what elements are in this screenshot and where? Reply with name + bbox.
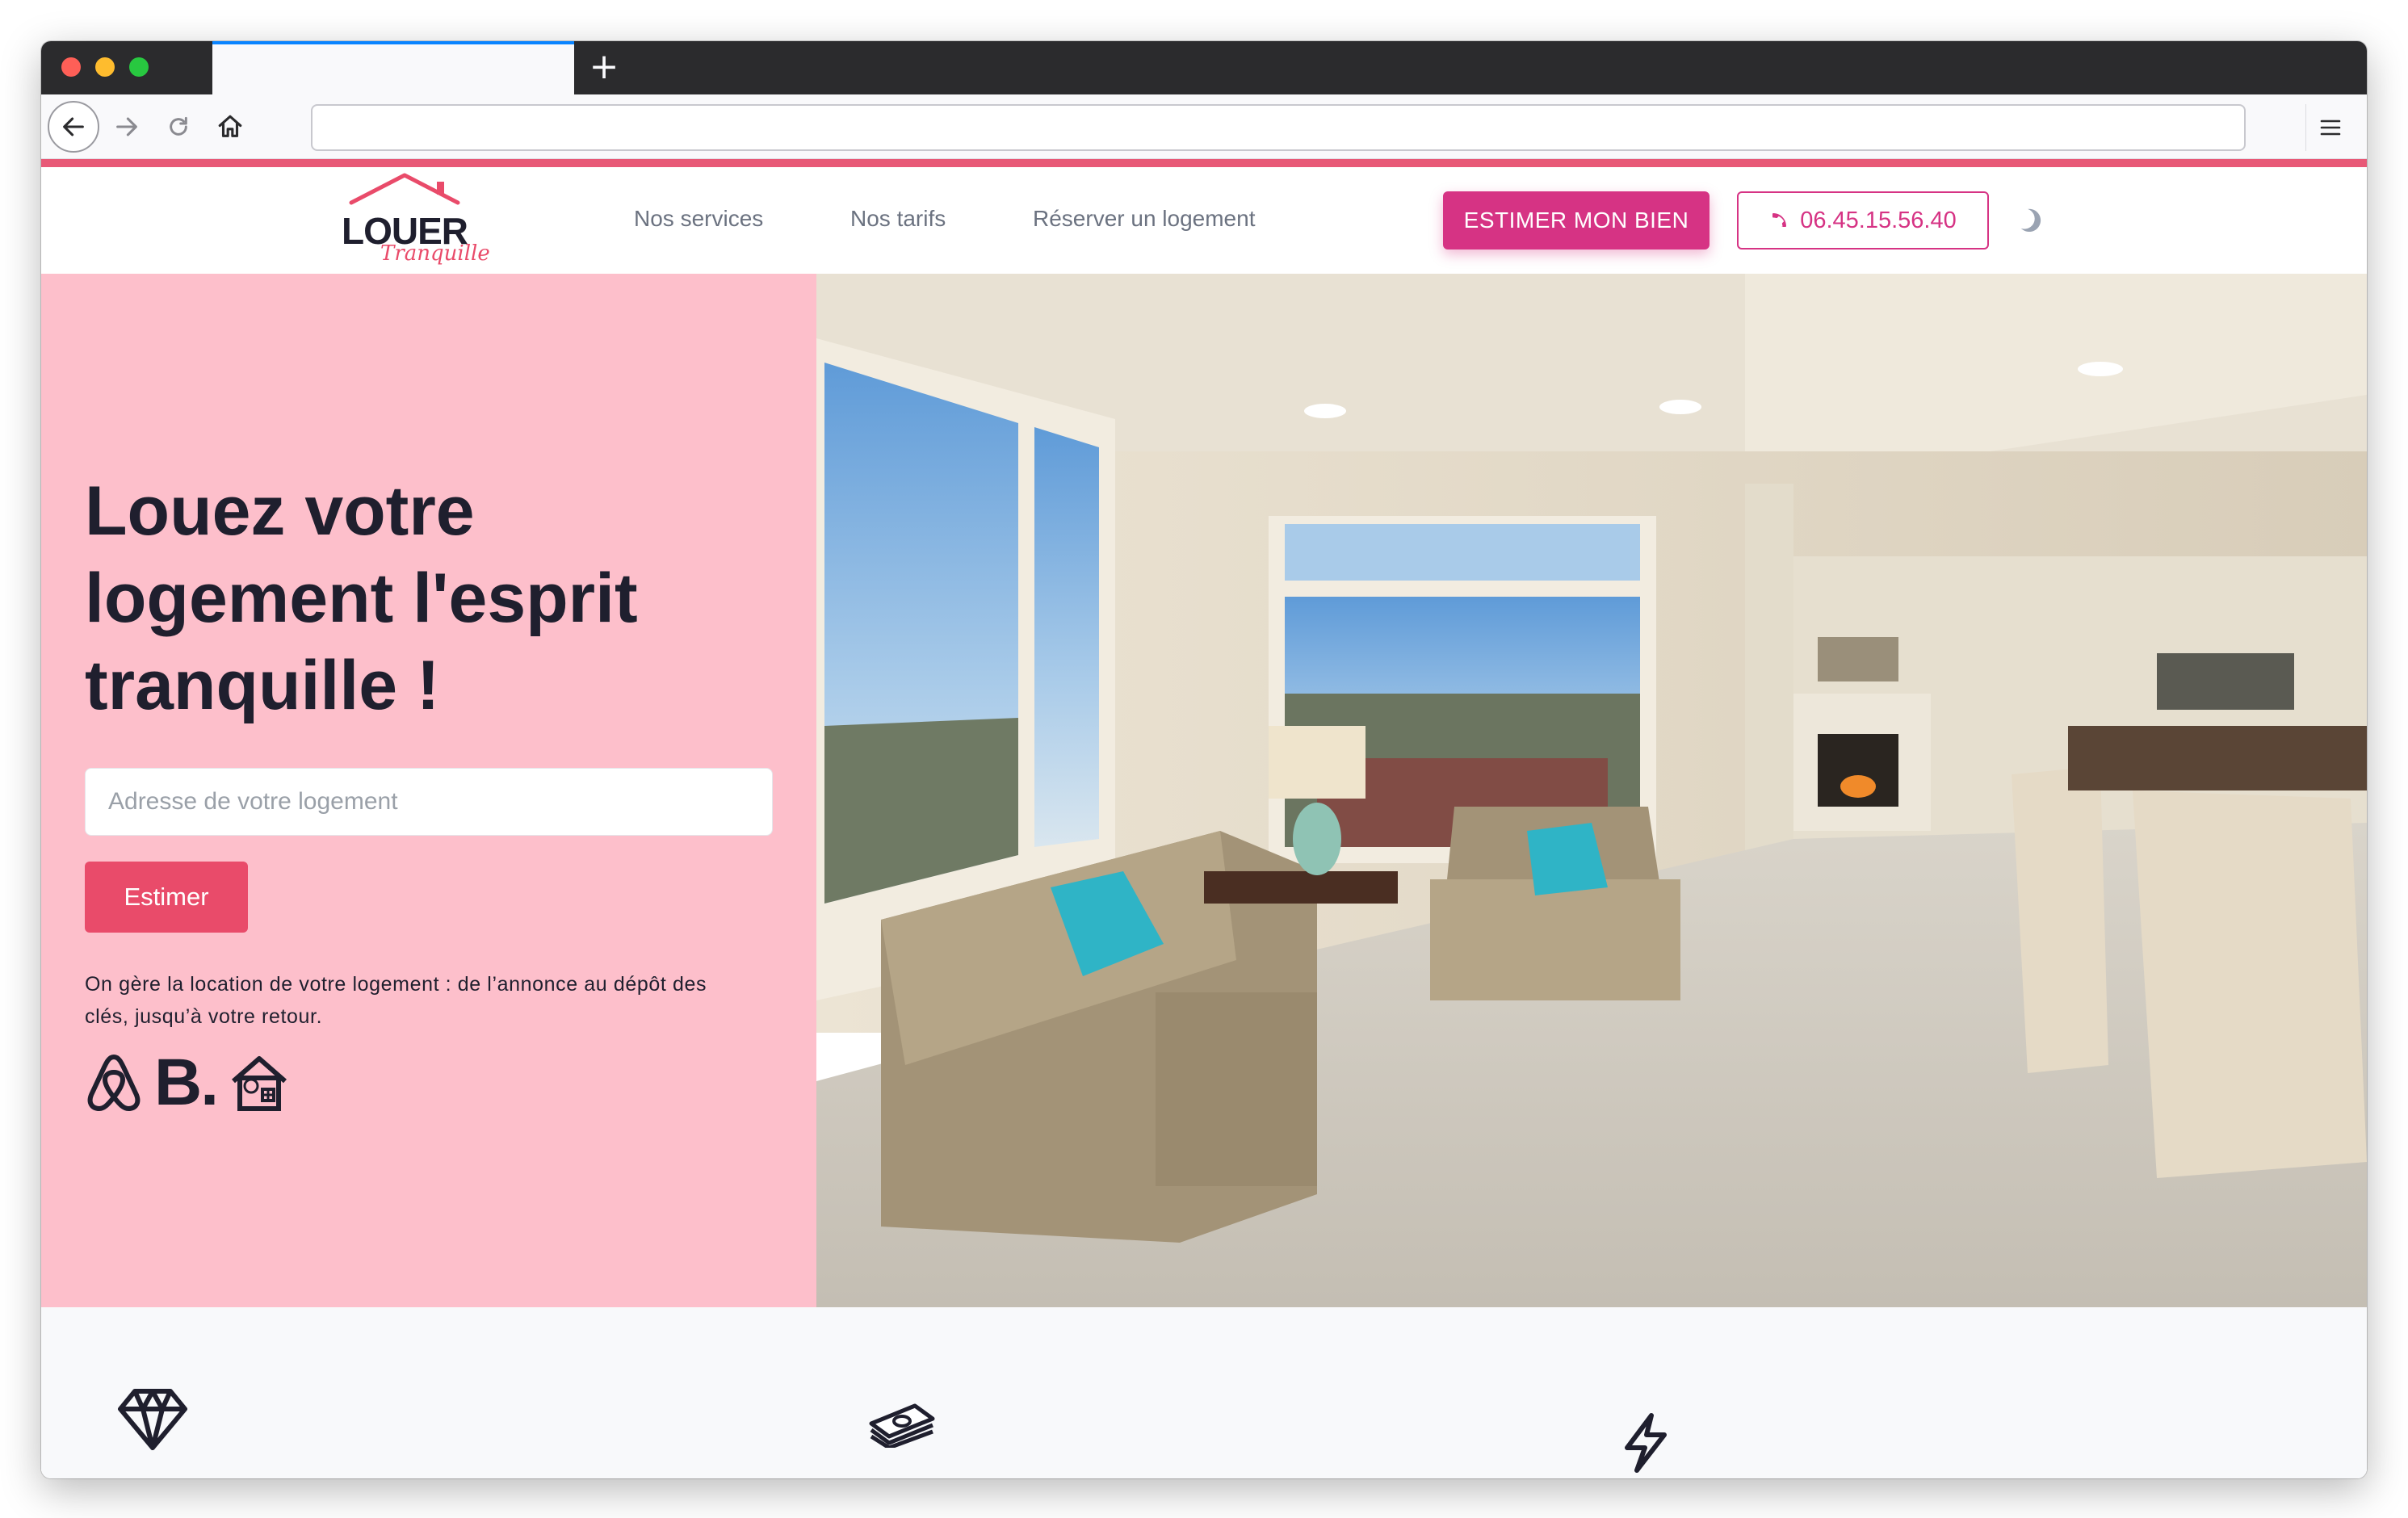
hero-panel: Louez votre logement l'esprit tranquille…	[41, 274, 816, 1307]
lightning-icon	[1625, 1413, 1667, 1473]
zoom-window-button[interactable]	[129, 57, 149, 77]
hero-living-room-image	[816, 274, 2367, 1307]
logo-script: Tranquille	[380, 241, 490, 266]
phone-icon	[1772, 213, 1787, 227]
diamond-icon	[118, 1389, 187, 1450]
hero-title: Louez votre logement l'esprit tranquille…	[85, 472, 638, 724]
browser-nav-bar	[41, 94, 2367, 159]
phone-button[interactable]: 06.45.15.56.40	[1737, 191, 1989, 250]
close-window-button[interactable]	[61, 57, 81, 77]
site-header: LOUER Tranquille Nos services Nos tarifs…	[41, 167, 2367, 274]
partner-logos: B.	[85, 1049, 290, 1117]
money-stack-icon	[869, 1403, 935, 1448]
back-arrow-icon[interactable]	[48, 101, 99, 153]
nav-link-services[interactable]: Nos services	[634, 206, 763, 232]
abritel-house-icon[interactable]	[229, 1052, 290, 1113]
browser-tab-active[interactable]	[212, 41, 574, 94]
phone-number: 06.45.15.56.40	[1800, 207, 1957, 233]
accent-strip	[41, 159, 2367, 167]
browser-tab-bar: +	[41, 41, 2367, 94]
address-input[interactable]	[85, 768, 773, 836]
features-section	[41, 1307, 2367, 1478]
url-bar[interactable]	[311, 104, 2246, 151]
hero-tagline: On gère la location de votre logement : …	[85, 973, 707, 1028]
estimate-property-button[interactable]: ESTIMER MON BIEN	[1443, 191, 1710, 250]
nav-link-tarifs[interactable]: Nos tarifs	[850, 206, 946, 232]
new-tab-plus-icon[interactable]: +	[584, 48, 624, 88]
forward-arrow-icon[interactable]	[101, 101, 153, 153]
booking-icon[interactable]: B.	[154, 1049, 219, 1117]
nav-link-reserver[interactable]: Réserver un logement	[1033, 206, 1255, 232]
airbnb-icon[interactable]	[85, 1052, 143, 1113]
hamburger-menu-icon[interactable]	[2305, 104, 2354, 151]
browser-window: + LOUER Tranquille Nos services Nos tari…	[41, 41, 2367, 1478]
page-viewport: LOUER Tranquille Nos services Nos tarifs…	[41, 167, 2367, 1478]
reload-icon[interactable]	[153, 101, 204, 153]
minimize-window-button[interactable]	[95, 57, 115, 77]
dark-mode-moon-icon[interactable]	[2016, 204, 2049, 237]
estimate-button[interactable]: Estimer	[85, 862, 248, 933]
home-icon[interactable]	[204, 101, 256, 153]
